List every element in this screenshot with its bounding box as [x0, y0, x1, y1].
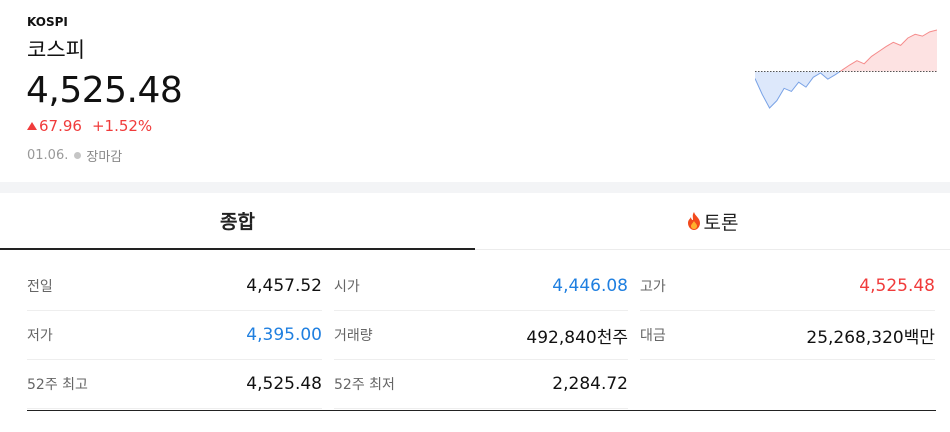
stat-value: 492,840천주 [526, 327, 628, 348]
triangle-up-icon [27, 122, 37, 130]
stat-label: 52주 최고 [27, 377, 88, 393]
stat-low: 저가 4,395.00 [27, 311, 322, 360]
stat-value: 4,457.52 [246, 276, 322, 296]
intraday-sparkline[interactable] [755, 28, 937, 110]
index-name: 코스피 [27, 38, 85, 62]
stat-label: 고가 [640, 279, 666, 295]
fire-icon [687, 212, 701, 230]
tab-summary[interactable]: 종합 [0, 193, 475, 250]
stat-52w-low: 52주 최저 2,284.72 [334, 360, 628, 409]
stat-label: 거래량 [334, 328, 373, 344]
stat-value: 4,525.48 [859, 276, 935, 296]
stat-label: 52주 최저 [334, 377, 395, 393]
tab-summary-label: 종합 [220, 211, 255, 233]
stat-value: 2,284.72 [552, 374, 628, 394]
stat-value: 4,525.48 [246, 374, 322, 394]
section-divider [0, 182, 950, 193]
sparkline-up-area [755, 30, 937, 72]
tab-bar: 종합 토론 [0, 193, 950, 250]
stat-label: 대금 [640, 328, 666, 344]
stats-grid: 전일 4,457.52 시가 4,446.08 고가 4,525.48 저가 4… [27, 262, 936, 409]
stat-value: 4,395.00 [246, 325, 322, 345]
stat-label: 전일 [27, 279, 53, 295]
market-time: 01.06. 장마감 [27, 146, 122, 165]
stats-bottom-border [27, 410, 936, 411]
stat-volume: 거래량 492,840천주 [334, 311, 628, 360]
current-price: 4,525.48 [26, 70, 183, 111]
stat-label: 시가 [334, 279, 360, 295]
status-dot-icon [74, 152, 82, 159]
index-code: KOSPI [27, 15, 68, 29]
stat-trade-value: 대금 25,268,320백만 [640, 311, 935, 360]
tab-discussion-label: 토론 [703, 211, 739, 234]
stat-value: 4,446.08 [552, 276, 628, 296]
change-amount: 67.96 [39, 117, 82, 135]
stat-open: 시가 4,446.08 [334, 262, 628, 311]
stat-prev-close: 전일 4,457.52 [27, 262, 322, 311]
stat-high: 고가 4,525.48 [640, 262, 935, 311]
stat-52w-high: 52주 최고 4,525.48 [27, 360, 322, 409]
stat-value: 25,268,320백만 [806, 327, 935, 348]
market-status: 장마감 [86, 150, 123, 165]
change-percent: +1.52% [91, 117, 153, 135]
trade-date: 01.06. [27, 148, 69, 163]
stat-label: 저가 [27, 328, 53, 344]
price-change: 67.96 +1.52% [27, 117, 152, 135]
tab-discussion[interactable]: 토론 [475, 193, 950, 249]
index-header: KOSPI 코스피 4,525.48 67.96 +1.52% 01.06. 장… [0, 0, 950, 182]
